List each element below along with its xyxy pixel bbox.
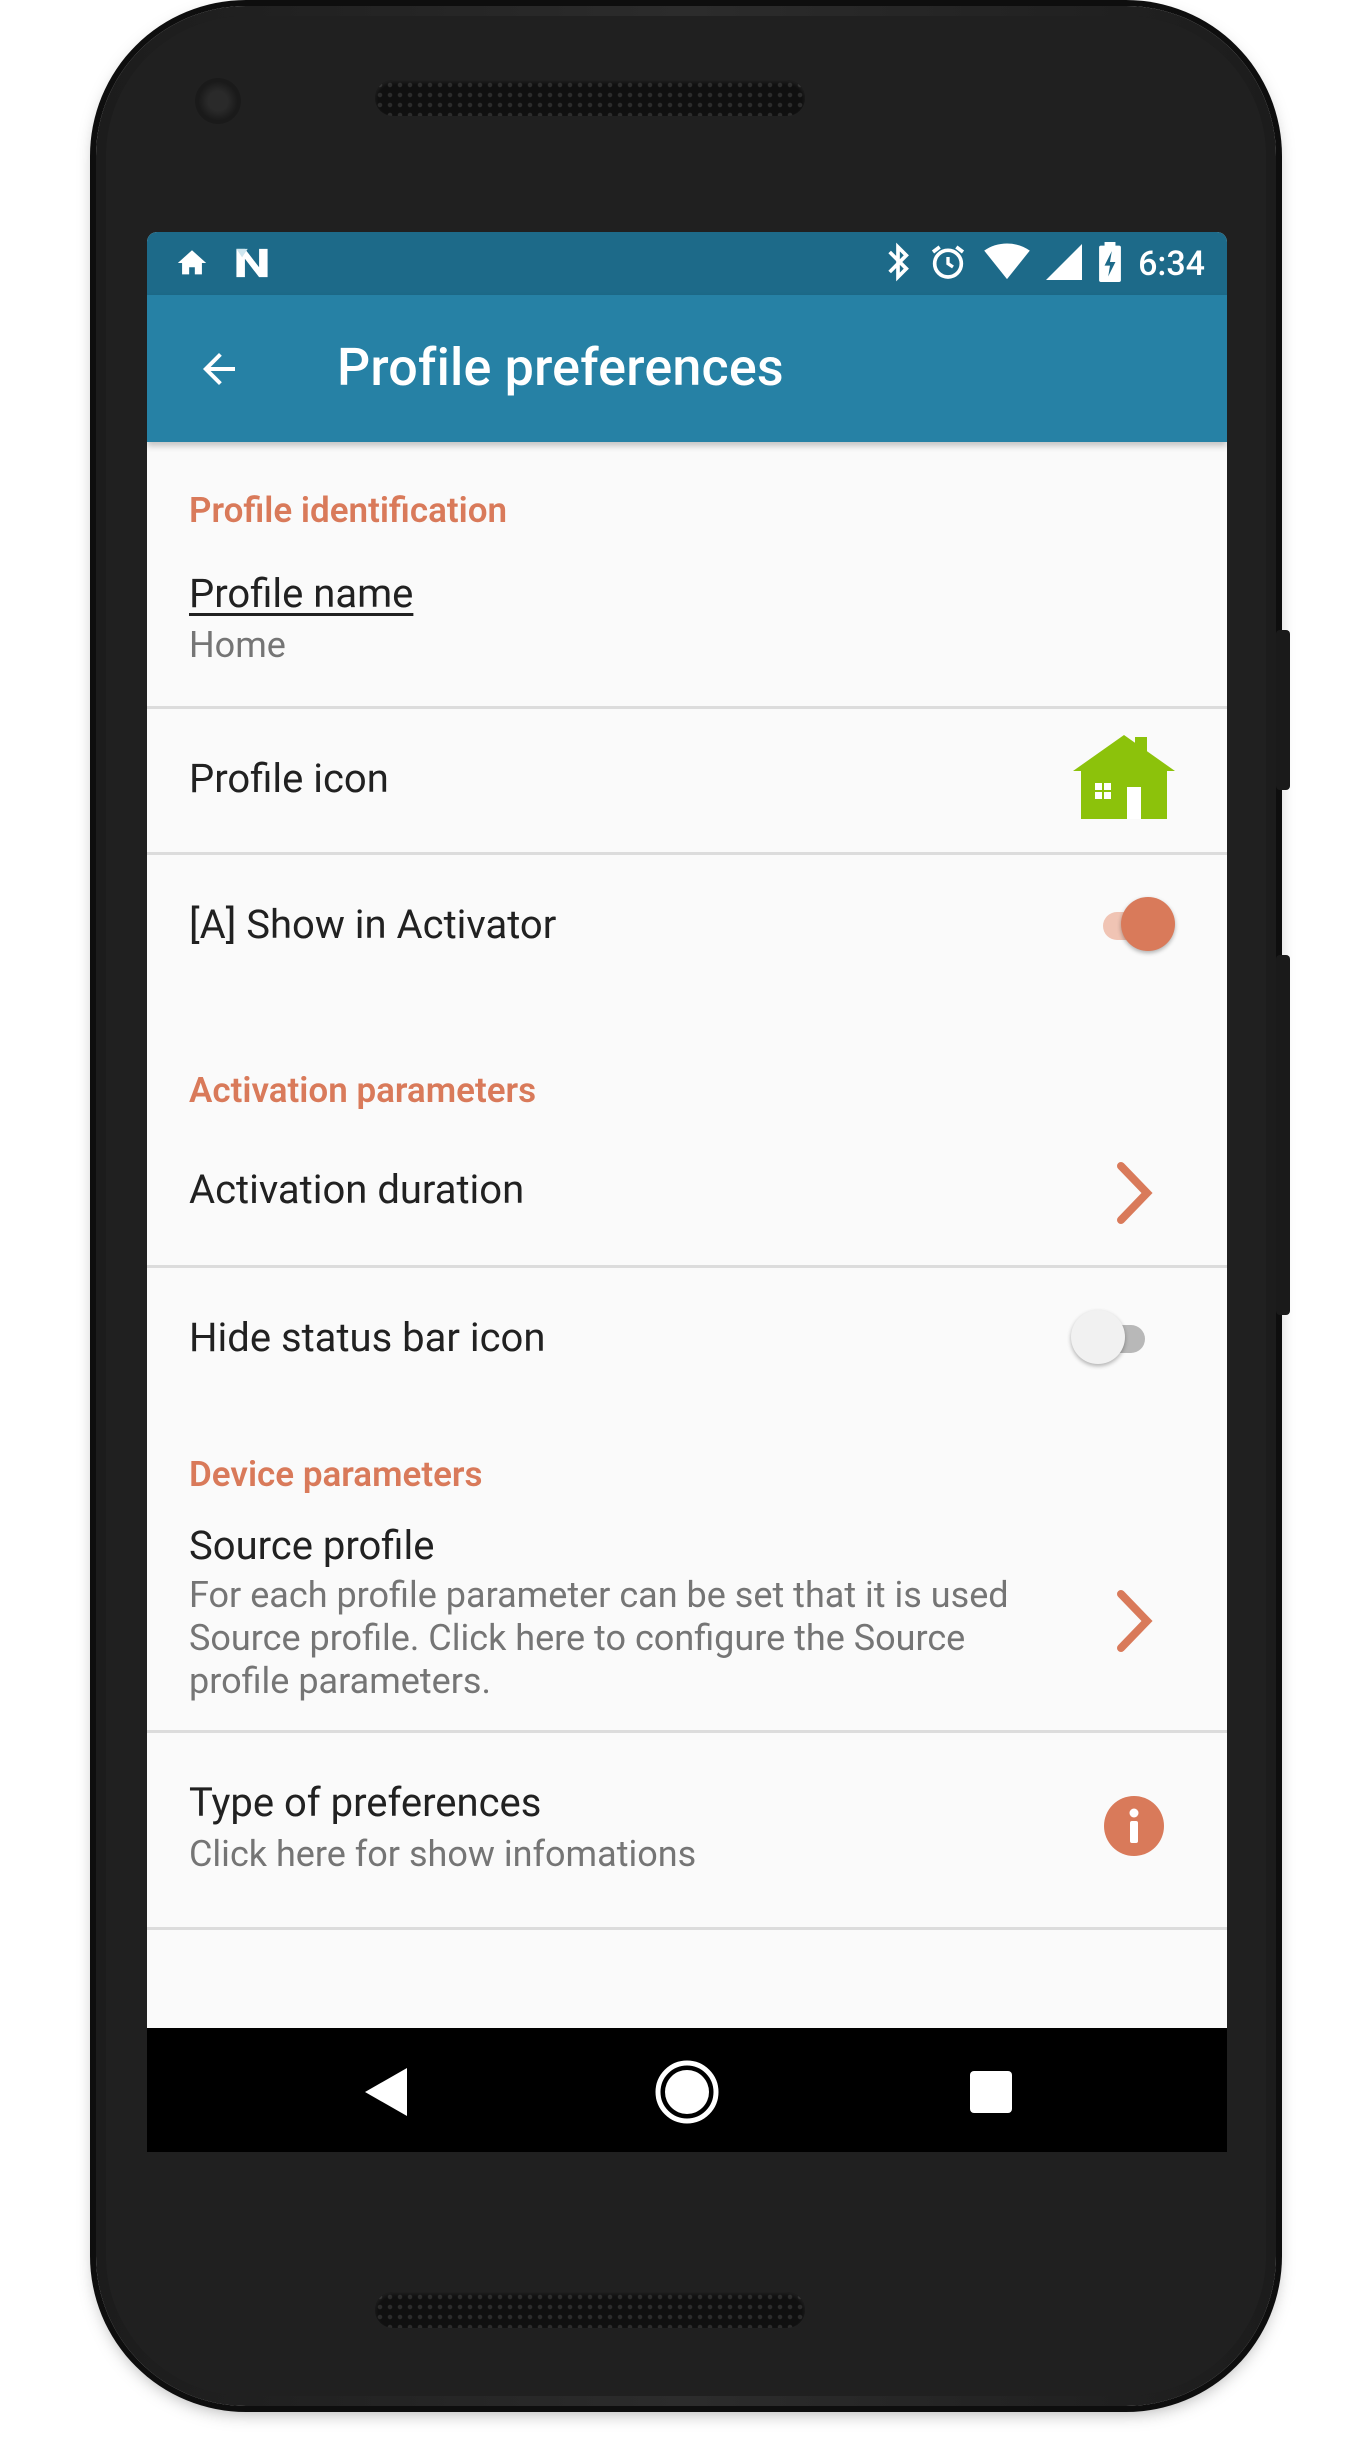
pref-profile-icon[interactable]: Profile icon <box>147 709 1227 851</box>
wifi-icon <box>984 243 1030 285</box>
hide-status-bar-icon-toggle[interactable] <box>1071 1310 1151 1366</box>
alarm-icon <box>928 242 968 286</box>
pref-source-profile[interactable]: Source profile For each profile paramete… <box>147 1508 1227 1728</box>
nav-home-icon[interactable] <box>653 2058 721 2130</box>
screen: 6:34 Profile preferences Profile identif… <box>147 232 1227 2152</box>
bottom-speaker <box>375 2292 805 2328</box>
status-time: 6:34 <box>1138 244 1205 284</box>
pref-source-profile-summary-line-2: Source profile. Click here to configure … <box>189 1617 966 1659</box>
top-speaker <box>375 80 805 116</box>
pref-activation-duration[interactable]: Activation duration <box>147 1122 1227 1264</box>
navigation-bar <box>147 2028 1227 2152</box>
chevron-right-icon <box>1109 1588 1159 1658</box>
category-device-parameters: Device parameters <box>189 1454 483 1495</box>
page-title: Profile preferences <box>337 337 784 398</box>
chevron-right-icon <box>1109 1160 1159 1230</box>
pref-hide-status-bar-icon-title: Hide status bar icon <box>189 1314 546 1361</box>
category-profile-identification: Profile identification <box>189 490 508 531</box>
home-icon <box>175 246 209 284</box>
volume-button <box>1276 955 1290 1315</box>
app-toolbar: Profile preferences <box>147 295 1227 442</box>
pref-type-of-preferences[interactable]: Type of preferences Click here for show … <box>147 1733 1227 1925</box>
pref-show-in-activator[interactable]: [A] Show in Activator <box>147 855 1227 997</box>
pref-source-profile-title: Source profile <box>189 1522 435 1569</box>
pref-profile-icon-title: Profile icon <box>189 755 389 802</box>
divider <box>147 1927 1227 1930</box>
pref-profile-name-value: Home <box>189 624 286 666</box>
pref-type-of-preferences-summary: Click here for show infomations <box>189 1833 697 1875</box>
arrow-back-icon[interactable] <box>189 339 249 399</box>
pref-type-of-preferences-title: Type of preferences <box>189 1779 542 1826</box>
pref-activation-duration-title: Activation duration <box>189 1166 525 1213</box>
show-in-activator-toggle[interactable] <box>1093 897 1175 953</box>
house-icon <box>1069 731 1179 825</box>
pref-profile-name[interactable]: Profile name Home <box>147 552 1227 704</box>
nav-recents-icon[interactable] <box>967 2068 1015 2120</box>
category-activation-parameters: Activation parameters <box>189 1070 537 1111</box>
battery-charging-icon <box>1098 242 1122 286</box>
bluetooth-icon <box>884 242 912 286</box>
pref-source-profile-summary-line-3: profile parameters. <box>189 1660 491 1702</box>
signal-icon <box>1046 244 1083 284</box>
status-bar: 6:34 <box>147 232 1227 295</box>
info-icon[interactable] <box>1103 1795 1165 1861</box>
pref-profile-name-title: Profile name <box>189 570 414 617</box>
n-logo-icon <box>233 246 271 284</box>
pref-source-profile-summary-line-1: For each profile parameter can be set th… <box>189 1574 1009 1616</box>
power-button <box>1276 630 1290 790</box>
pref-show-in-activator-title: [A] Show in Activator <box>189 901 557 948</box>
front-camera <box>195 78 241 124</box>
nav-back-icon[interactable] <box>359 2064 411 2124</box>
pref-hide-status-bar-icon[interactable]: Hide status bar icon <box>147 1268 1227 1410</box>
